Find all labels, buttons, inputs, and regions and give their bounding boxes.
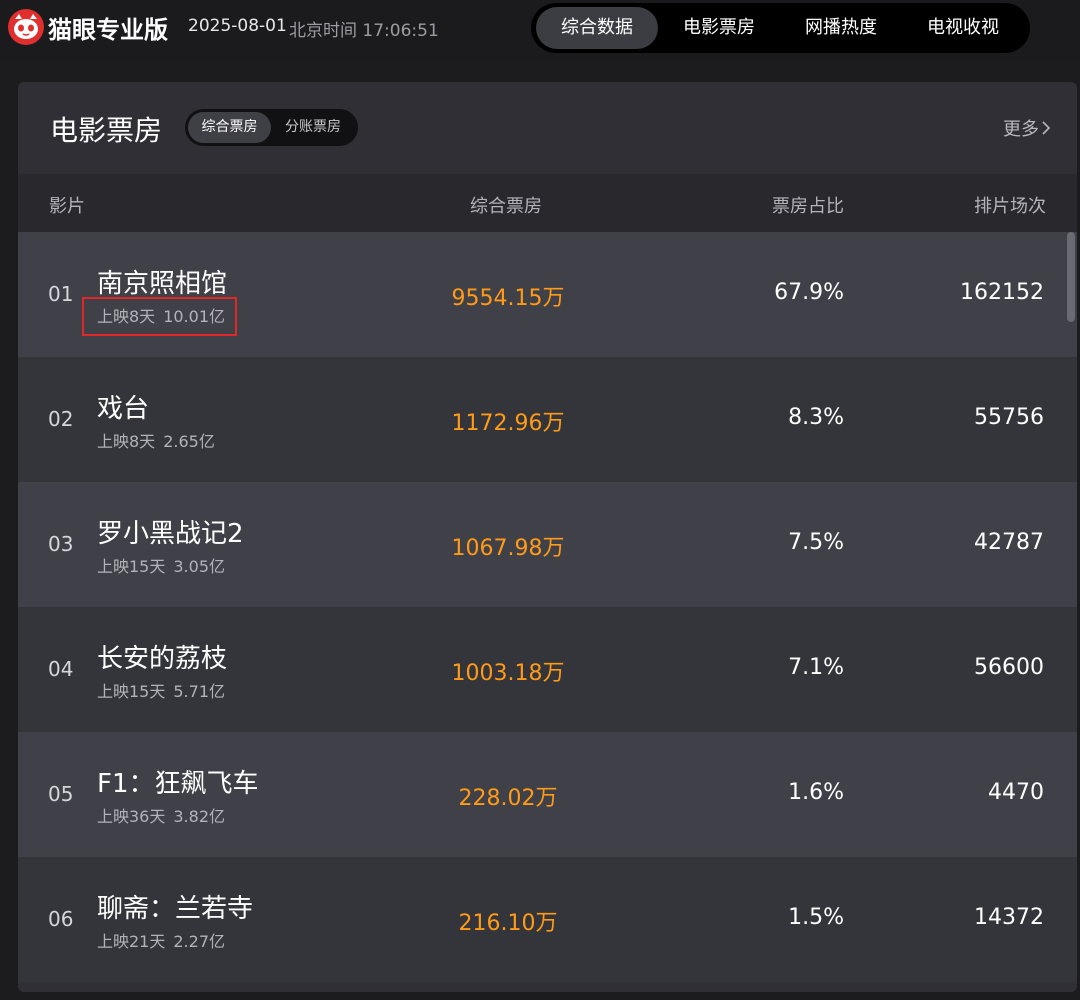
film-title: 长安的荔枝 [97, 644, 228, 674]
more-label: 更多 [1003, 119, 1039, 140]
top-bar: 猫眼专业版 2025-08-01 北京时间 17:06:51 综合数据 电影票房… [0, 0, 1080, 60]
gross-share: 67.9% [774, 280, 844, 305]
rank: 03 [48, 532, 74, 556]
highlight-box [82, 297, 237, 336]
cumulative-gross: 3.05亿 [173, 557, 226, 576]
daily-gross: 1003.18万 [451, 661, 565, 686]
film-title: 聊斋：兰若寺 [97, 894, 254, 924]
days-released: 上映15天 [97, 682, 166, 701]
gross-type-toggle: 综合票房 分账票房 [185, 109, 358, 146]
daily-gross: 216.10万 [458, 911, 558, 936]
gross-share: 1.5% [788, 905, 844, 930]
film-title: 南京照相馆 [97, 269, 228, 299]
show-count: 55756 [974, 405, 1044, 430]
rank: 02 [48, 407, 74, 431]
days-released: 上映21天 [97, 932, 166, 951]
table-row[interactable]: 04 长安的荔枝 上映15天 5.71亿 1003.18万 7.1% 56600 [18, 607, 1077, 732]
table-row[interactable]: 06 聊斋：兰若寺 上映21天 2.27亿 216.10万 1.5% 14372 [18, 857, 1077, 982]
rank: 05 [48, 782, 74, 806]
rank: 04 [48, 657, 74, 681]
film-release-info: 上映21天 2.27亿 [97, 928, 225, 952]
cumulative-gross: 2.27亿 [173, 932, 226, 951]
rank: 01 [48, 282, 74, 306]
film-release-info: 上映15天 5.71亿 [97, 678, 225, 702]
film-release-info: 上映15天 3.05亿 [97, 553, 225, 577]
table-header: 影片 综合票房 票房占比 排片场次 [18, 174, 1077, 232]
table-row[interactable]: 01 南京照相馆 上映8天 10.01亿 9554.15万 67.9% 16215… [18, 232, 1077, 357]
brand-logo[interactable]: 猫眼专业版 [8, 9, 168, 45]
rank: 06 [48, 907, 74, 931]
current-date: 2025-08-01 [188, 16, 287, 36]
film-release-info: 上映36天 3.82亿 [97, 803, 225, 827]
daily-gross: 1067.98万 [451, 536, 565, 561]
film-release-info: 上映8天 2.65亿 [97, 428, 215, 452]
gross-share: 7.5% [788, 530, 844, 555]
gross-share: 7.1% [788, 655, 844, 680]
show-count: 42787 [974, 530, 1044, 555]
tab-box-office[interactable]: 电影票房 [658, 7, 780, 49]
film-title: F1：狂飙飞车 [97, 769, 259, 799]
daily-gross: 228.02万 [458, 786, 558, 811]
card-title: 电影票房 [50, 114, 163, 147]
days-released: 上映15天 [97, 557, 166, 576]
cat-logo-icon [8, 9, 44, 45]
show-count: 4470 [988, 780, 1044, 805]
beijing-clock: 北京时间 17:06:51 [289, 21, 439, 41]
column-shows[interactable]: 排片场次 [974, 192, 1046, 218]
tab-streaming-heat[interactable]: 网播热度 [780, 7, 902, 49]
table-row[interactable]: 02 戏台 上映8天 2.65亿 1172.96万 8.3% 55756 [18, 357, 1077, 482]
column-gross[interactable]: 综合票房 [470, 192, 542, 218]
box-office-card: 电影票房 综合票房 分账票房 更多 影片 综合票房 票房占比 排片场次 01 南… [18, 82, 1077, 992]
segment-split-gross[interactable]: 分账票房 [271, 112, 355, 143]
cumulative-gross: 2.65亿 [163, 432, 215, 451]
days-released: 上映8天 [97, 432, 156, 451]
daily-gross: 9554.15万 [451, 286, 565, 311]
table-row[interactable]: 03 罗小黑战记2 上映15天 3.05亿 1067.98万 7.5% 42787 [18, 482, 1077, 607]
column-film: 影片 [49, 196, 85, 217]
main-nav: 综合数据 电影票房 网播热度 电视收视 [531, 3, 1030, 53]
segment-total-gross[interactable]: 综合票房 [188, 112, 271, 143]
days-released: 上映36天 [97, 807, 166, 826]
table-row[interactable]: 05 F1：狂飙飞车 上映36天 3.82亿 228.02万 1.6% 4470 [18, 732, 1077, 857]
tab-overview[interactable]: 综合数据 [536, 7, 658, 49]
film-title: 罗小黑战记2 [97, 519, 244, 549]
chevron-right-icon [1042, 121, 1051, 135]
show-count: 56600 [974, 655, 1044, 680]
table-scrollbar[interactable] [1067, 232, 1075, 322]
box-office-table: 01 南京照相馆 上映8天 10.01亿 9554.15万 67.9% 16215… [18, 232, 1077, 982]
brand-name: 猫眼专业版 [48, 15, 168, 44]
gross-share: 1.6% [788, 780, 844, 805]
cumulative-gross: 5.71亿 [173, 682, 226, 701]
gross-share: 8.3% [788, 405, 844, 430]
daily-gross: 1172.96万 [451, 411, 565, 436]
film-title: 戏台 [97, 394, 150, 424]
show-count: 162152 [960, 280, 1044, 305]
tab-tv-ratings[interactable]: 电视收视 [902, 7, 1024, 49]
more-link[interactable]: 更多 [1003, 115, 1051, 141]
cumulative-gross: 3.82亿 [173, 807, 226, 826]
show-count: 14372 [974, 905, 1044, 930]
column-share[interactable]: 票房占比 [772, 192, 844, 218]
